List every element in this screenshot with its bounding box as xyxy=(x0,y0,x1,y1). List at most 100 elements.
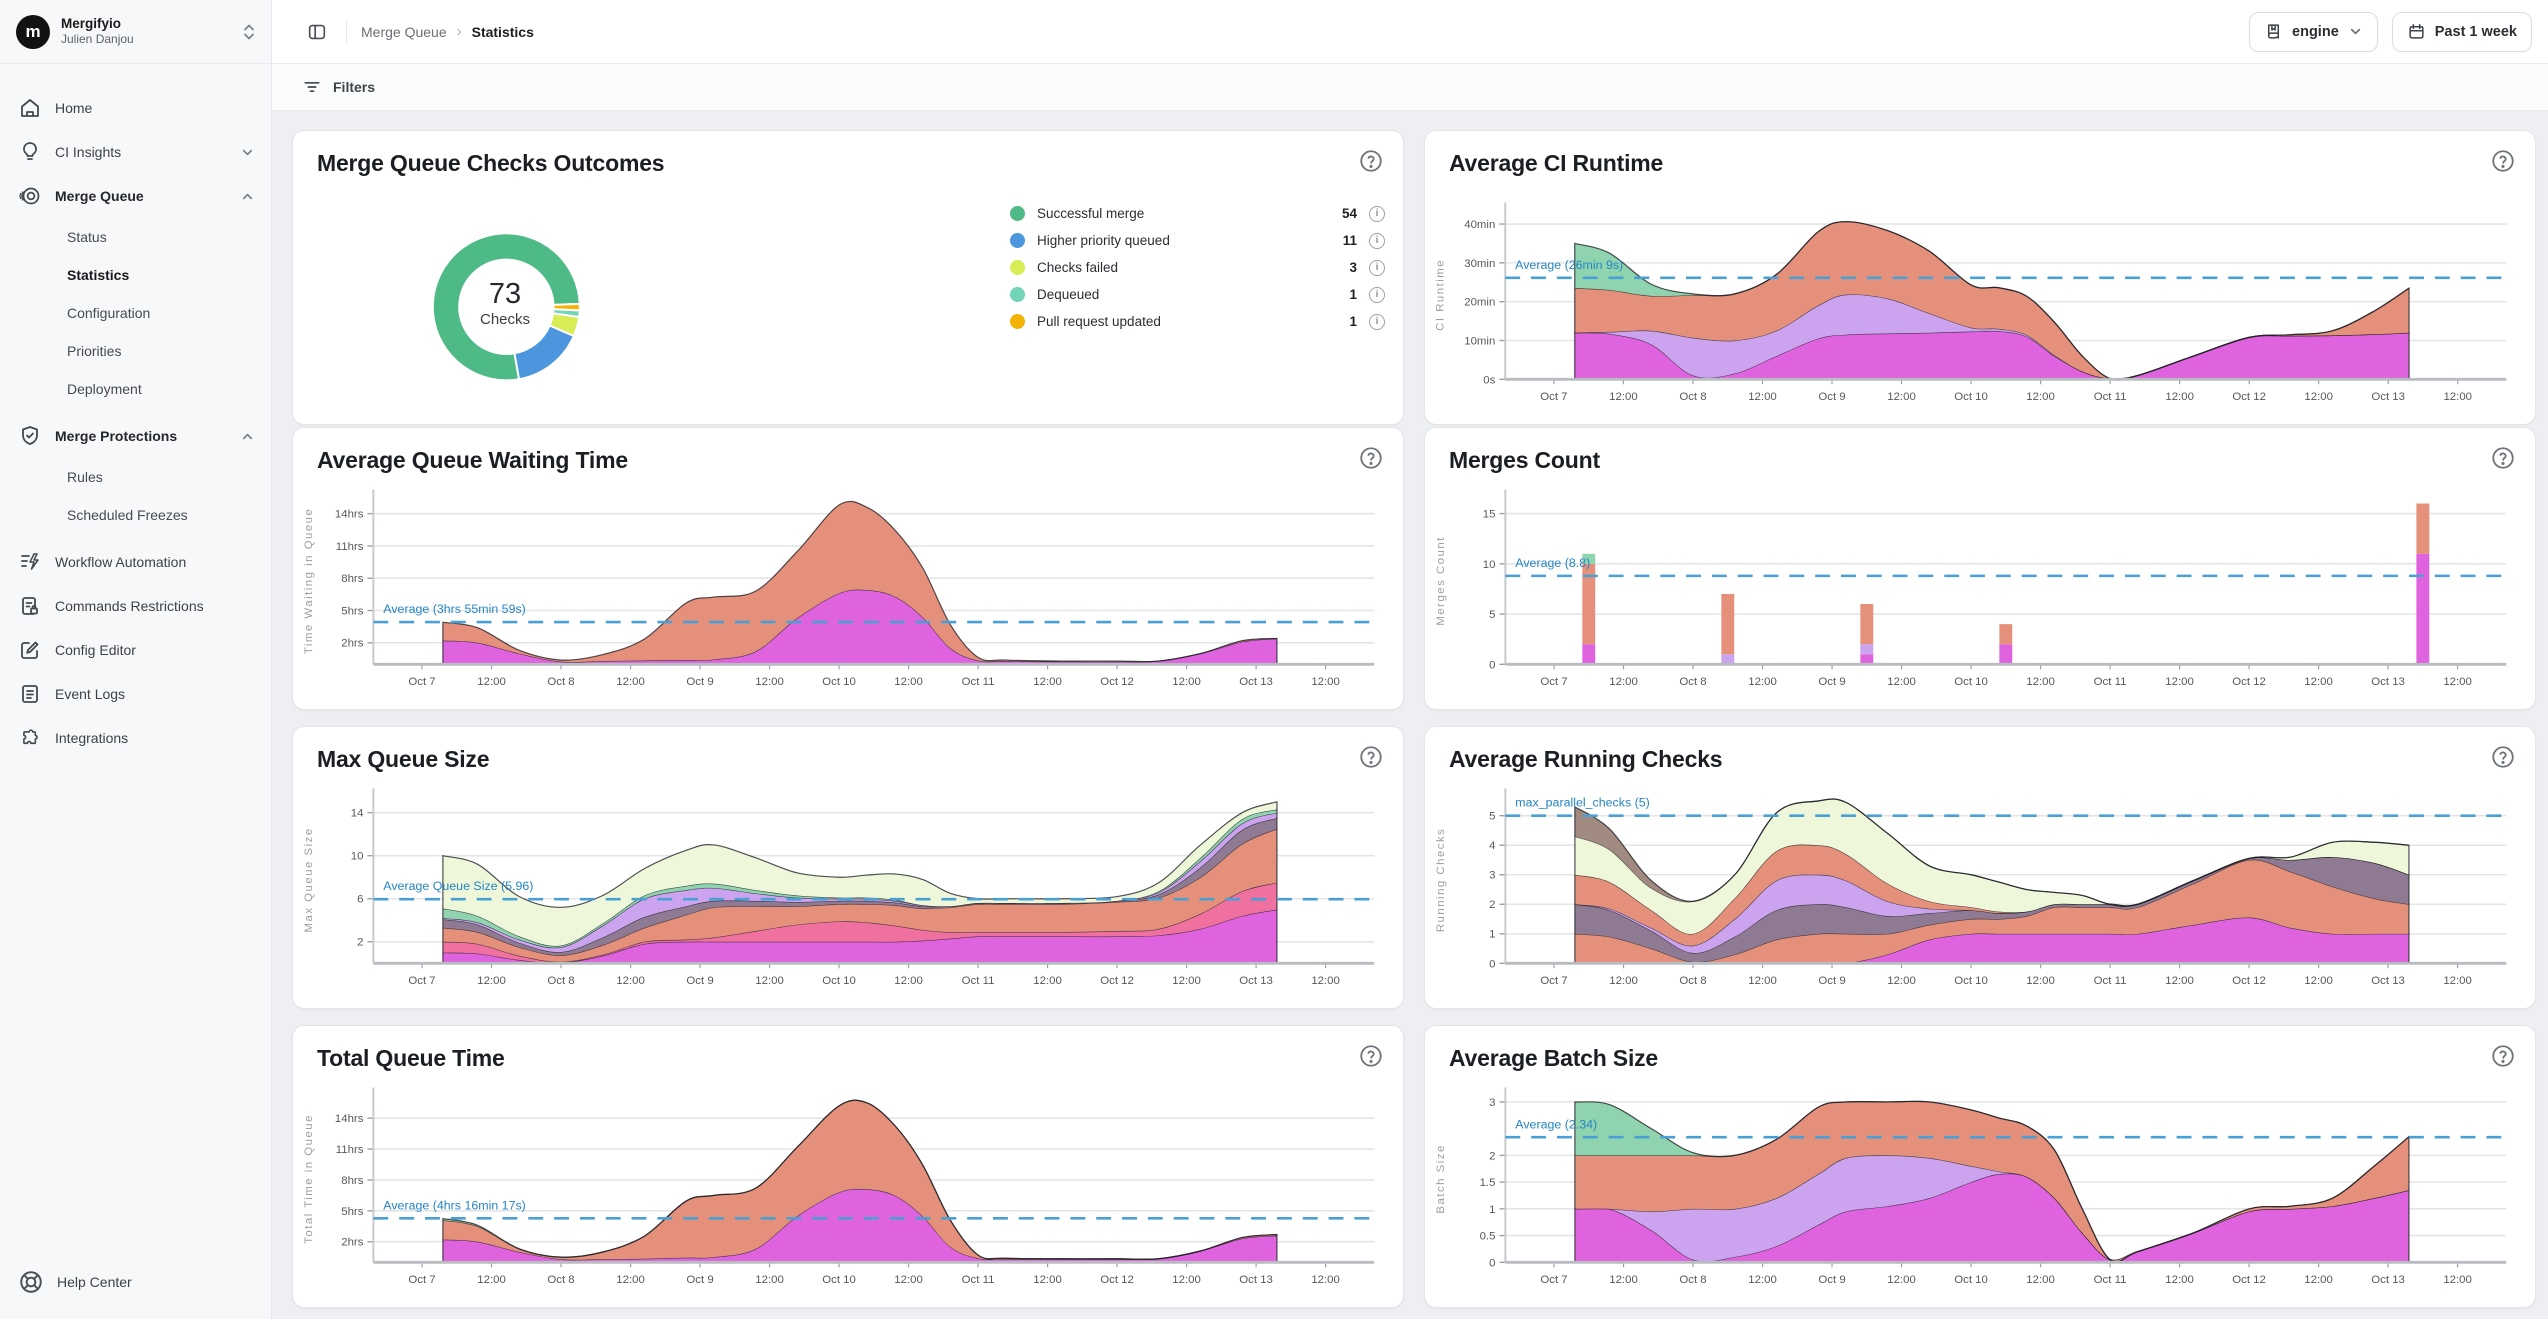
sidebar-item-config-editor[interactable]: Config Editor xyxy=(0,628,271,672)
divider xyxy=(346,21,347,43)
sidebar-item-configuration[interactable]: Configuration xyxy=(0,294,271,332)
breadcrumb-merge-queue[interactable]: Merge Queue xyxy=(361,24,447,40)
checks-total: 73 xyxy=(445,278,565,310)
svg-text:Oct 7: Oct 7 xyxy=(408,1274,435,1286)
card-total-queue-time: Total Queue Time 2hrs5hrs8hrs11hrs14hrsO… xyxy=(292,1025,1404,1308)
card-average-ci-runtime: Average CI Runtime 0s10min20min30min40mi… xyxy=(1424,130,2536,425)
card-title: Merges Count xyxy=(1449,447,1600,474)
sidebar-item-ci-insights[interactable]: CI Insights xyxy=(0,130,271,174)
sidebar-item-home[interactable]: Home xyxy=(0,86,271,130)
svg-text:Oct 13: Oct 13 xyxy=(2371,1274,2405,1286)
svg-text:Oct 9: Oct 9 xyxy=(686,676,713,688)
card-title: Average Running Checks xyxy=(1449,746,1722,773)
sidebar-item-merge-protections[interactable]: Merge Protections xyxy=(0,414,271,458)
donut-legend: Successful merge 54 i Higher priority qu… xyxy=(1010,200,1385,335)
info-icon[interactable]: i xyxy=(1369,314,1385,330)
sidebar-item-workflow-automation[interactable]: Workflow Automation xyxy=(0,540,271,584)
svg-text:5: 5 xyxy=(1489,811,1495,823)
sidebar-item-statistics[interactable]: Statistics xyxy=(0,256,271,294)
svg-text:Oct 7: Oct 7 xyxy=(408,975,435,987)
filters-button[interactable]: Filters xyxy=(333,79,375,95)
svg-text:5: 5 xyxy=(1489,609,1495,621)
svg-text:CI Runtime: CI Runtime xyxy=(1435,259,1447,331)
sidebar-item-priorities[interactable]: Priorities xyxy=(0,332,271,370)
svg-text:Running Checks: Running Checks xyxy=(1435,828,1447,933)
edit-pencil-icon xyxy=(18,638,42,662)
svg-text:12:00: 12:00 xyxy=(894,975,923,987)
svg-text:Oct 9: Oct 9 xyxy=(1818,975,1845,987)
svg-text:12:00: 12:00 xyxy=(1609,975,1638,987)
sidebar-item-event-logs[interactable]: Event Logs xyxy=(0,672,271,716)
svg-text:Batch Size: Batch Size xyxy=(1435,1144,1447,1213)
sidebar-item-merge-queue[interactable]: Merge Queue xyxy=(0,174,271,218)
legend-label: Successful merge xyxy=(1037,206,1144,221)
help-icon[interactable] xyxy=(1358,744,1384,770)
lightbulb-icon xyxy=(18,140,42,164)
lifebuoy-icon xyxy=(18,1269,44,1295)
sidebar-item-deployment[interactable]: Deployment xyxy=(0,370,271,408)
help-icon[interactable] xyxy=(1358,1043,1384,1069)
svg-text:Total Time in Queue: Total Time in Queue xyxy=(303,1114,315,1244)
chevron-down-icon xyxy=(2348,24,2363,39)
sidebar-item-commands-restrictions[interactable]: Commands Restrictions xyxy=(0,584,271,628)
sidebar-item-rules[interactable]: Rules xyxy=(0,458,271,496)
info-icon[interactable]: i xyxy=(1369,260,1385,276)
unfold-icon xyxy=(241,23,257,41)
svg-text:0: 0 xyxy=(1489,958,1495,970)
sidebar-toggle-button[interactable] xyxy=(302,17,332,47)
card-average-queue-waiting-time: Average Queue Waiting Time 2hrs5hrs8hrs1… xyxy=(292,427,1404,710)
svg-text:Oct 9: Oct 9 xyxy=(1818,1274,1845,1286)
help-center-link[interactable]: Help Center xyxy=(0,1245,271,1319)
svg-text:12:00: 12:00 xyxy=(2165,391,2194,403)
svg-text:12:00: 12:00 xyxy=(2026,1274,2055,1286)
queue-icon xyxy=(18,184,42,208)
svg-text:Oct 12: Oct 12 xyxy=(1100,676,1134,688)
help-icon[interactable] xyxy=(1358,148,1384,174)
svg-text:Oct 13: Oct 13 xyxy=(2371,975,2405,987)
info-icon[interactable]: i xyxy=(1369,233,1385,249)
svg-text:12:00: 12:00 xyxy=(1748,391,1777,403)
svg-text:12:00: 12:00 xyxy=(2165,1274,2194,1286)
svg-text:Oct 13: Oct 13 xyxy=(2371,391,2405,403)
org-logo: m xyxy=(16,15,50,49)
card-title: Average Queue Waiting Time xyxy=(317,447,628,474)
info-icon[interactable]: i xyxy=(1369,287,1385,303)
info-icon[interactable]: i xyxy=(1369,206,1385,222)
help-icon[interactable] xyxy=(2490,148,2516,174)
legend-item-successful-merge[interactable]: Successful merge 54 i xyxy=(1010,200,1385,227)
svg-text:8hrs: 8hrs xyxy=(341,1175,363,1187)
svg-text:Oct 9: Oct 9 xyxy=(686,975,713,987)
svg-text:12:00: 12:00 xyxy=(894,1274,923,1286)
help-icon[interactable] xyxy=(2490,744,2516,770)
legend-item-pull-request-updated[interactable]: Pull request updated 1 i xyxy=(1010,308,1385,335)
svg-text:10: 10 xyxy=(351,851,364,863)
svg-text:Oct 12: Oct 12 xyxy=(2232,676,2266,688)
sidebar-item-scheduled-freezes[interactable]: Scheduled Freezes xyxy=(0,496,271,534)
legend-item-checks-failed[interactable]: Checks failed 3 i xyxy=(1010,254,1385,281)
svg-text:Oct 13: Oct 13 xyxy=(2371,676,2405,688)
legend-item-higher-priority-queued[interactable]: Higher priority queued 11 i xyxy=(1010,227,1385,254)
svg-text:14: 14 xyxy=(351,808,364,820)
svg-text:20min: 20min xyxy=(1464,297,1495,309)
legend-item-dequeued[interactable]: Dequeued 1 i xyxy=(1010,281,1385,308)
help-icon[interactable] xyxy=(2490,445,2516,471)
repository-select[interactable]: engine xyxy=(2249,12,2378,52)
help-icon[interactable] xyxy=(1358,445,1384,471)
card-checks-outcomes: Merge Queue Checks Outcomes 73 Checks Su… xyxy=(292,130,1404,425)
svg-text:40min: 40min xyxy=(1464,219,1495,231)
date-range-button[interactable]: Past 1 week xyxy=(2392,12,2532,52)
svg-text:Oct 8: Oct 8 xyxy=(1679,1274,1706,1286)
svg-text:Average (2.34): Average (2.34) xyxy=(1515,1117,1597,1131)
sidebar-item-status[interactable]: Status xyxy=(0,218,271,256)
svg-text:12:00: 12:00 xyxy=(1609,391,1638,403)
org-switcher[interactable]: m Mergifyio Julien Danjou xyxy=(0,0,271,64)
help-icon[interactable] xyxy=(2490,1043,2516,1069)
svg-text:12:00: 12:00 xyxy=(2443,391,2472,403)
svg-text:5hrs: 5hrs xyxy=(341,1206,363,1218)
sidebar-item-integrations[interactable]: Integrations xyxy=(0,716,271,760)
svg-text:12:00: 12:00 xyxy=(1172,1274,1201,1286)
puzzle-icon xyxy=(18,726,42,750)
card-title: Merge Queue Checks Outcomes xyxy=(317,150,664,177)
svg-text:Oct 10: Oct 10 xyxy=(1954,975,1988,987)
svg-text:12:00: 12:00 xyxy=(1887,391,1916,403)
